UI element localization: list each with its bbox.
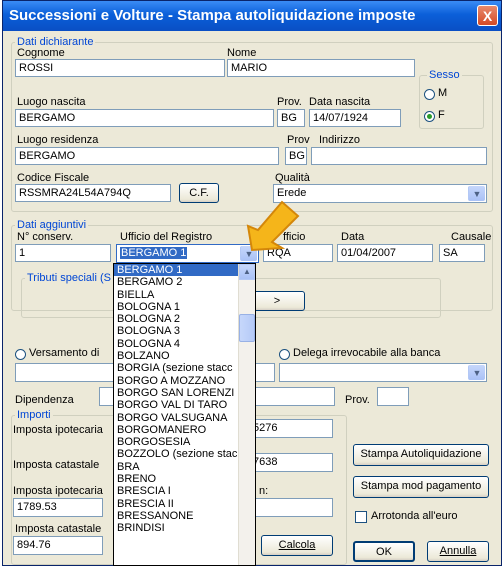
n-conserv-field[interactable]: 1 (15, 244, 111, 262)
sesso-f-label: F (438, 109, 445, 121)
qualita-select[interactable]: Erede ▼ (273, 184, 487, 203)
prov-nascita-label: Prov. (277, 96, 302, 108)
cognome-field[interactable]: ROSSI (15, 59, 225, 77)
causale-field[interactable]: SA (439, 244, 485, 262)
prov-field[interactable] (377, 387, 409, 406)
versamento-label: Versamento di (29, 347, 100, 359)
dropdown-option[interactable]: BORGOSESIA (114, 436, 255, 448)
cognome-label: Cognome (17, 47, 65, 59)
calcola-button[interactable]: Calcola (261, 535, 333, 556)
arrotonda-checkbox[interactable] (355, 511, 367, 523)
scroll-thumb[interactable] (239, 314, 255, 342)
prov-label: Prov. (345, 394, 370, 406)
dipendenza-label: Dipendenza (15, 394, 74, 406)
dropdown-option[interactable]: BERGAMO 2 (114, 276, 255, 288)
imposta-ipotecaria-label: Imposta ipotecaria (13, 424, 103, 436)
scroll-up-icon[interactable]: ▲ (239, 264, 255, 280)
ufficio-registro-dropdown-list[interactable]: BERGAMO 1 BERGAMO 2 BIELLA BOLOGNA 1 BOLOGNA… (113, 263, 256, 566)
delega-label: Delega irrevocabile alla banca (293, 347, 441, 359)
dropdown-option[interactable]: BOZZOLO (sezione stac (114, 448, 255, 460)
imposta-catastale-field[interactable]: 7638 (249, 453, 333, 472)
dropdown-option[interactable]: BOLOGNA 1 (114, 301, 255, 313)
sesso-m-radio[interactable] (424, 89, 435, 100)
stampa-mod-pagamento-button[interactable]: Stampa mod pagamento (353, 476, 489, 498)
versamento-radio[interactable] (15, 349, 26, 360)
delega-radio[interactable] (279, 349, 290, 360)
indirizzo-field[interactable] (311, 147, 487, 165)
dropdown-option[interactable]: BOLOGNA 3 (114, 325, 255, 337)
dropdown-option[interactable]: BOLZANO (114, 350, 255, 362)
pointer-arrow-icon (246, 200, 300, 252)
calcola-button-label: Calcola (278, 539, 316, 551)
qualita-label: Qualità (275, 172, 310, 184)
dropdown-option[interactable]: BRESSANONE (114, 510, 255, 522)
imposta-catastale-label: Imposta catastale (13, 459, 100, 471)
indirizzo-label: Indirizzo (319, 134, 360, 146)
codice-fiscale-label: Codice Fiscale (17, 172, 90, 184)
dropdown-option[interactable]: BORGO SAN LORENZI (114, 387, 255, 399)
dropdown-option[interactable]: BORGO VALSUGANA (114, 412, 255, 424)
dropdown-option[interactable]: BRINDISI (114, 522, 255, 534)
ok-button[interactable]: OK (353, 541, 415, 562)
dropdown-scrollbar[interactable]: ▲ (238, 264, 255, 565)
chevron-down-icon[interactable]: ▼ (468, 365, 485, 380)
tributi-button[interactable]: > (249, 291, 305, 311)
dropdown-option[interactable]: BRENO (114, 473, 255, 485)
dropdown-option[interactable]: BORGIA (sezione stacc (114, 362, 255, 374)
sesso-m-label: M (438, 87, 448, 99)
imposta-ipotecaria2-label: Imposta ipotecaria (13, 485, 103, 497)
title-bar[interactable]: Successioni e Volture - Stampa autoliqui… (3, 1, 501, 31)
importi-label: Importi (15, 409, 53, 421)
dropdown-option[interactable]: BRESCIA I (114, 485, 255, 497)
prov-nascita-field[interactable]: BG (277, 109, 305, 127)
data-field[interactable]: 01/04/2007 (337, 244, 433, 262)
dropdown-option[interactable]: BRA (114, 461, 255, 473)
annulla-button[interactable]: Annulla (427, 541, 489, 562)
tributi-speciali-label: Tributi speciali (S (25, 272, 113, 284)
data-nascita-field[interactable]: 14/07/1924 (309, 109, 401, 127)
dropdown-option[interactable]: BORGO A MOZZANO (114, 375, 255, 387)
cf-button[interactable]: C.F. (179, 183, 219, 203)
prov-residenza-label: Prov (287, 134, 310, 146)
dropdown-items: BERGAMO 1 BERGAMO 2 BIELLA BOLOGNA 1 BOLOGNA… (114, 264, 255, 535)
dropdown-option[interactable]: BIELLA (114, 289, 255, 301)
n-conserv-label: N° conserv. (17, 231, 74, 243)
extra-field[interactable] (249, 498, 333, 517)
dropdown-option[interactable]: BRESCIA II (114, 498, 255, 510)
imposta-catastale2-label: Imposta catastale (15, 523, 102, 535)
dropdown-option[interactable]: BORGOMANERO (114, 424, 255, 436)
sesso-label: Sesso (427, 69, 462, 81)
close-button[interactable]: X (477, 5, 498, 26)
luogo-residenza-field[interactable]: BERGAMO (15, 147, 279, 165)
dropdown-option[interactable]: BERGAMO 1 (114, 264, 255, 277)
codice-fiscale-field[interactable]: RSSMRA24L54A794Q (15, 184, 171, 202)
imposta-ipotecaria-field[interactable]: 5276 (249, 419, 333, 438)
ufficio-registro-label: Ufficio del Registro (120, 231, 213, 243)
stampa-autoliquidazione-button[interactable]: Stampa Autoliquidazione (353, 444, 489, 466)
dropdown-option[interactable]: BOLOGNA 2 (114, 313, 255, 325)
arrotonda-label: Arrotonda all'euro (371, 510, 458, 522)
data-nascita-label: Data nascita (309, 96, 371, 108)
luogo-residenza-label: Luogo residenza (17, 134, 99, 146)
dati-aggiuntivi-label: Dati aggiuntivi (15, 219, 89, 231)
data-label: Data (341, 231, 365, 243)
annulla-button-label: Annulla (439, 545, 477, 557)
luogo-nascita-field[interactable]: BERGAMO (15, 109, 274, 127)
causale-label: Causale (451, 231, 492, 243)
dropdown-option[interactable]: BORGO VAL DI TARO (114, 399, 255, 411)
sesso-f-radio[interactable] (424, 111, 435, 122)
window-title: Successioni e Volture - Stampa autoliqui… (9, 7, 416, 24)
imposta-catastale2-field[interactable]: 894.76 (13, 536, 103, 555)
nome-label: Nome (227, 47, 257, 59)
extra-label: n: (259, 485, 269, 497)
banca-select[interactable]: ▼ (279, 363, 487, 382)
imposta-ipotecaria2-field[interactable]: 1789.53 (13, 498, 103, 517)
ufficio-registro-value: BERGAMO 1 (120, 247, 188, 259)
luogo-nascita-label: Luogo nascita (17, 96, 86, 108)
nome-field[interactable]: MARIO (227, 59, 415, 77)
dropdown-option[interactable]: BOLOGNA 4 (114, 338, 255, 350)
prov-residenza-field[interactable]: BG (285, 147, 307, 165)
chevron-down-icon[interactable]: ▼ (468, 186, 485, 201)
